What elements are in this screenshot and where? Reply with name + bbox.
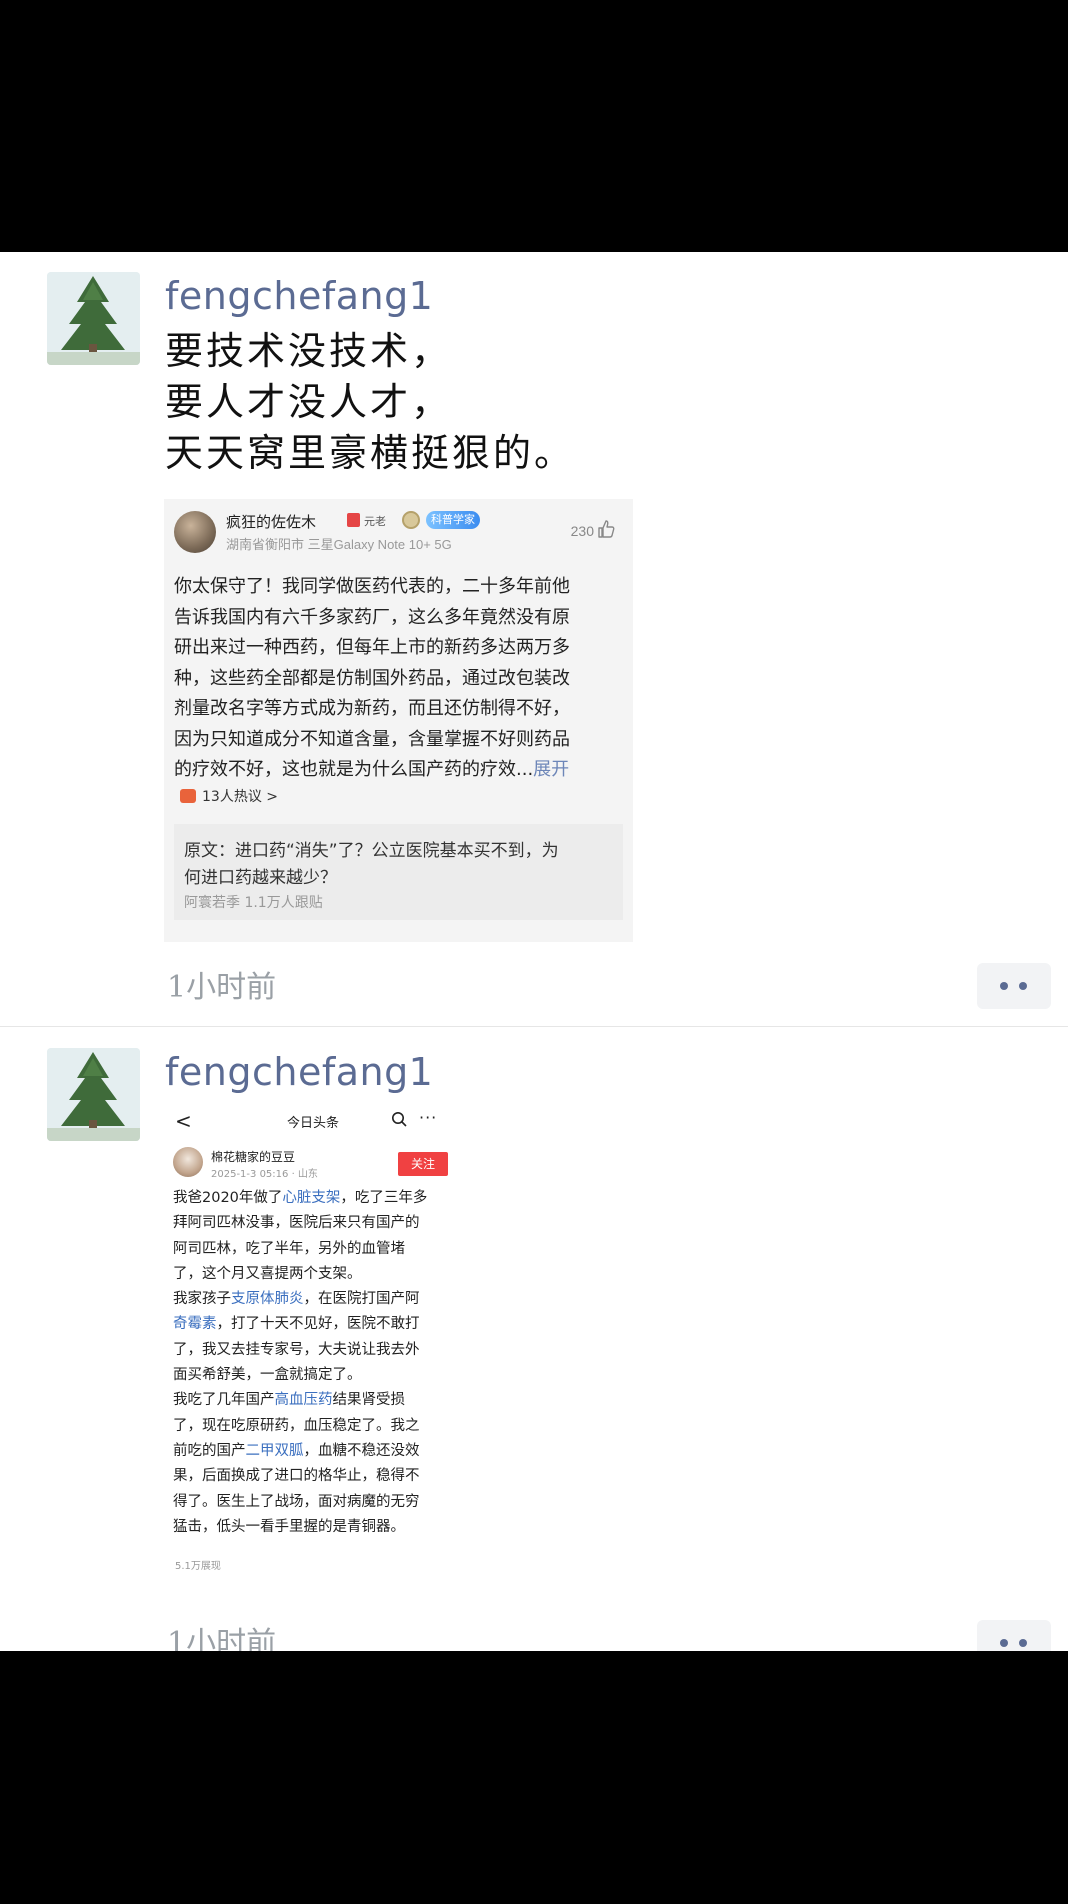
more-options-button[interactable] — [977, 963, 1051, 1009]
article-line: 了，这个月又喜提两个支架。 — [173, 1265, 362, 1282]
original-article-title: 原文：进口药“消失”了？公立医院基本买不到，为 何进口药越来越少？ — [184, 838, 613, 892]
article-text: 我爸2020年做了心脏支架，吃了三年多 拜阿司匹林没事，医院后来只有国产的 阿司… — [173, 1186, 458, 1540]
toutiao-navbar: < 今日头条 ··· — [165, 1105, 462, 1135]
original-title-line: 何进口药越来越少？ — [184, 868, 337, 888]
more-dot-icon — [1000, 1639, 1008, 1647]
original-title-line: 原文：进口药“消失”了？公立医院基本买不到，为 — [184, 841, 559, 861]
article-text-span: ，打了十天不见好，医院不敢打 — [216, 1316, 420, 1333]
article-text-span: 前吃的国产 — [173, 1442, 246, 1459]
location-device: 湖南省衡阳市 三星Galaxy Note 10+ 5G — [226, 537, 452, 552]
article-date: 2025-1-3 05:16 · 山东 — [211, 1169, 318, 1180]
like-count: 230 — [570, 523, 594, 539]
article-text-span: ，吃了三年多 — [340, 1190, 428, 1206]
article-line: 面买希舒美，一盒就搞定了。 — [173, 1367, 362, 1384]
article-line: 了，我又去挂专家号，大夫说让我去外 — [173, 1341, 420, 1358]
article-text-span: ，在医院打国产阿 — [303, 1291, 420, 1308]
article-highlight: 奇霉素 — [173, 1316, 217, 1333]
medal-icon — [402, 511, 420, 529]
post: fengchefang1 要技术没技术， 要人才没人才， 天天窝里豪横挺狠的。 … — [0, 252, 1068, 1027]
avatar-tree-image — [47, 272, 140, 365]
comment-header: 疯狂的佐佐木 元老 科普学家 湖南省衡阳市 三星Galaxy Note 10+ … — [174, 509, 624, 557]
more-options-button[interactable] — [977, 1620, 1051, 1651]
article-text-span: 结果肾受损 — [332, 1392, 406, 1409]
article-line: 猛击，低头一看手里握的是青铜器。 — [173, 1518, 405, 1535]
shield-badge-icon — [347, 513, 360, 527]
post-text: 要技术没技术， 要人才没人才， 天天窝里豪横挺狠的。 — [165, 326, 575, 479]
username[interactable]: fengchefang1 — [165, 274, 433, 318]
view-count: 5.1万展现 — [175, 1561, 221, 1572]
embedded-screenshot-comment[interactable]: 疯狂的佐佐木 元老 科普学家 湖南省衡阳市 三星Galaxy Note 10+ … — [164, 499, 633, 942]
article-text-span: 我爸2020年做了 — [173, 1190, 283, 1206]
avatar[interactable] — [47, 1048, 140, 1141]
article-line: 奇霉素，打了十天不见好，医院不敢打 — [173, 1312, 458, 1337]
article-highlight: 高血压药 — [274, 1392, 333, 1409]
hot-discussion-label: 13人热议 > — [202, 789, 278, 805]
article-line: 了，现在吃原研药，血压稳定了。我之 — [173, 1417, 420, 1434]
commenter-name: 疯狂的佐佐木 — [226, 514, 317, 531]
comment-line: 的疗效不好，这也就是为什么国产药的疗效...展开 — [174, 755, 624, 786]
more-dot-icon — [1019, 982, 1027, 990]
thumb-up-icon — [598, 520, 615, 538]
post-time: 1小时前 — [167, 970, 277, 1005]
username[interactable]: fengchefang1 — [165, 1050, 433, 1094]
article-highlight: 心脏支架 — [282, 1190, 341, 1206]
article-line: 阿司匹林，吃了半年，另外的血管堵 — [173, 1240, 405, 1257]
search-icon — [392, 1112, 407, 1127]
article-text-span: 我家孩子 — [173, 1291, 231, 1308]
article-text-span: 我吃了几年国产 — [173, 1392, 275, 1409]
top-black-bar — [0, 0, 1068, 252]
article-highlight: 支原体肺炎 — [231, 1291, 304, 1308]
badge-yuanlao: 元老 — [364, 516, 386, 528]
more-dot-icon — [1000, 982, 1008, 990]
embedded-screenshot-article[interactable]: < 今日头条 ··· 棉花糖家的豆豆 2025-1-3 05:16 · 山东 关… — [165, 1105, 462, 1575]
article-line: 得了。医生上了战场，面对病魔的无穷 — [173, 1493, 420, 1510]
article-line: 我家孩子支原体肺炎，在医院打国产阿 — [173, 1287, 458, 1312]
badge-title: 科普学家 — [426, 511, 480, 529]
back-arrow-icon: < — [175, 1109, 192, 1133]
original-article-meta: 阿寰若季 1.1万人跟贴 — [184, 895, 323, 911]
article-line: 我吃了几年国产高血压药结果肾受损 — [173, 1388, 458, 1413]
comment-line-text: 的疗效不好，这也就是为什么国产药的疗效... — [174, 759, 534, 780]
avatar[interactable] — [47, 272, 140, 365]
comment-line: 剂量改名字等方式成为新药，而且还仿制得不好， — [174, 698, 570, 719]
comment-line: 研出来过一种西药，但每年上市的新药多达两万多 — [174, 637, 570, 658]
feed: fengchefang1 要技术没技术， 要人才没人才， 天天窝里豪横挺狠的。 … — [0, 252, 1068, 1651]
follow-button: 关注 — [398, 1152, 448, 1176]
article-line: 前吃的国产二甲双胍，血糖不稳还没效 — [173, 1439, 458, 1464]
post: fengchefang1 < 今日头条 ··· 棉花糖家的豆豆 2025-1-3… — [0, 1028, 1068, 1651]
post-time: 1小时前 — [167, 1626, 277, 1651]
comment-line: 种，这些药全部都是仿制国外药品，通过改包装改 — [174, 667, 570, 689]
avatar-tree-image — [47, 1048, 140, 1141]
hot-comment-icon — [180, 789, 196, 803]
article-author-avatar — [173, 1147, 203, 1177]
comment-text: 你太保守了！我同学做医药代表的，二十多年前他 告诉我国内有六千多家药厂，这么多年… — [174, 572, 624, 786]
commenter-avatar — [174, 511, 216, 553]
article-highlight: 二甲双胍 — [245, 1442, 304, 1459]
article-text-span: ，血糖不稳还没效 — [303, 1442, 420, 1459]
comment-line: 因为只知道成分不知道含量，含量掌握不好则药品 — [174, 728, 570, 750]
post-text-line: 天天窝里豪横挺狠的。 — [165, 431, 576, 475]
article-author-name: 棉花糖家的豆豆 — [211, 1150, 296, 1164]
expand-link[interactable]: 展开 — [533, 759, 569, 780]
app-title: 今日头条 — [287, 1116, 340, 1131]
more-dot-icon — [1019, 1639, 1027, 1647]
post-text-line: 要人才没人才， — [165, 380, 453, 424]
original-article[interactable]: 原文：进口药“消失”了？公立医院基本买不到，为 何进口药越来越少？ 阿寰若季 1… — [174, 824, 623, 920]
bottom-black-bar — [0, 1651, 1068, 1904]
more-dots-icon: ··· — [419, 1108, 438, 1127]
hot-discussion[interactable]: 13人热议 > — [180, 786, 278, 806]
comment-line: 告诉我国内有六千多家药厂，这么多年竟然没有原 — [174, 606, 570, 628]
comment-line: 你太保守了！我同学做医药代表的，二十多年前他 — [174, 576, 570, 597]
article-line: 拜阿司匹林没事，医院后来只有国产的 — [173, 1215, 420, 1232]
article-line: 我爸2020年做了心脏支架，吃了三年多 — [173, 1186, 458, 1211]
article-line: 果，后面换成了进口的格华止，稳得不 — [173, 1468, 420, 1485]
post-text-line: 要技术没技术， — [165, 329, 453, 373]
